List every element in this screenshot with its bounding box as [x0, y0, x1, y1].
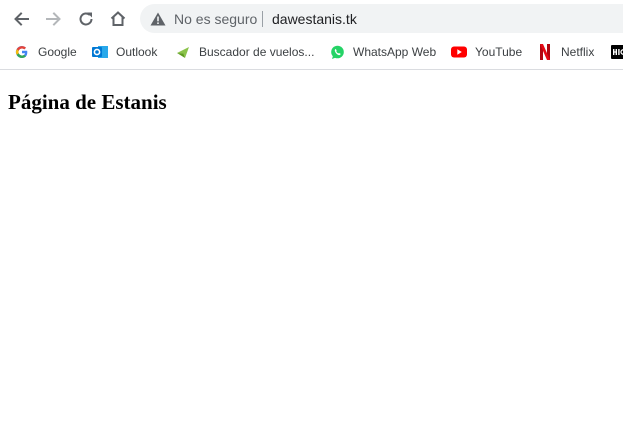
forward-arrow-icon	[46, 12, 61, 26]
outlook-icon	[92, 44, 108, 60]
omnibox-divider	[262, 11, 263, 27]
reload-icon	[79, 12, 93, 26]
flight-search-icon	[175, 44, 191, 60]
back-button[interactable]	[8, 6, 34, 32]
bookmark-label: WhatsApp Web	[353, 45, 437, 59]
netflix-icon	[537, 44, 553, 60]
url-text[interactable]: dawestanis.tk	[272, 11, 357, 27]
bookmarks-bar: Google Outlook Buscador de vuelos... Wha…	[0, 36, 623, 70]
bookmark-whatsapp[interactable]: WhatsApp Web	[329, 43, 436, 61]
address-bar[interactable]: No es seguro dawestanis.tk	[140, 4, 623, 33]
bookmark-google[interactable]: Google	[14, 43, 77, 61]
bookmark-hbo[interactable]	[611, 43, 623, 61]
forward-button[interactable]	[41, 6, 67, 32]
warning-triangle-icon[interactable]	[150, 12, 166, 26]
bookmark-label: Outlook	[116, 45, 158, 59]
home-button[interactable]	[105, 6, 131, 32]
bookmark-outlook[interactable]: Outlook	[92, 43, 157, 61]
bookmark-label: YouTube	[475, 45, 523, 59]
bookmark-flight-search[interactable]: Buscador de vuelos...	[175, 43, 314, 61]
bookmark-netflix[interactable]: Netflix	[537, 43, 594, 61]
hbo-icon	[611, 44, 623, 60]
youtube-icon	[451, 44, 467, 60]
page-heading: Página de Estanis	[8, 90, 167, 114]
home-icon	[110, 11, 126, 26]
whatsapp-icon	[329, 44, 345, 60]
bookmark-label: Buscador de vuelos...	[199, 45, 315, 59]
security-status-label[interactable]: No es seguro	[174, 11, 257, 27]
bookmark-label: Netflix	[561, 45, 595, 59]
bookmark-label: Google	[38, 45, 77, 59]
back-arrow-icon	[14, 12, 29, 26]
reload-button[interactable]	[73, 6, 99, 32]
bookmark-youtube[interactable]: YouTube	[451, 43, 522, 61]
browser-toolbar: No es seguro dawestanis.tk	[0, 0, 623, 36]
page-content: Página de Estanis	[0, 70, 623, 447]
google-icon	[14, 44, 30, 60]
